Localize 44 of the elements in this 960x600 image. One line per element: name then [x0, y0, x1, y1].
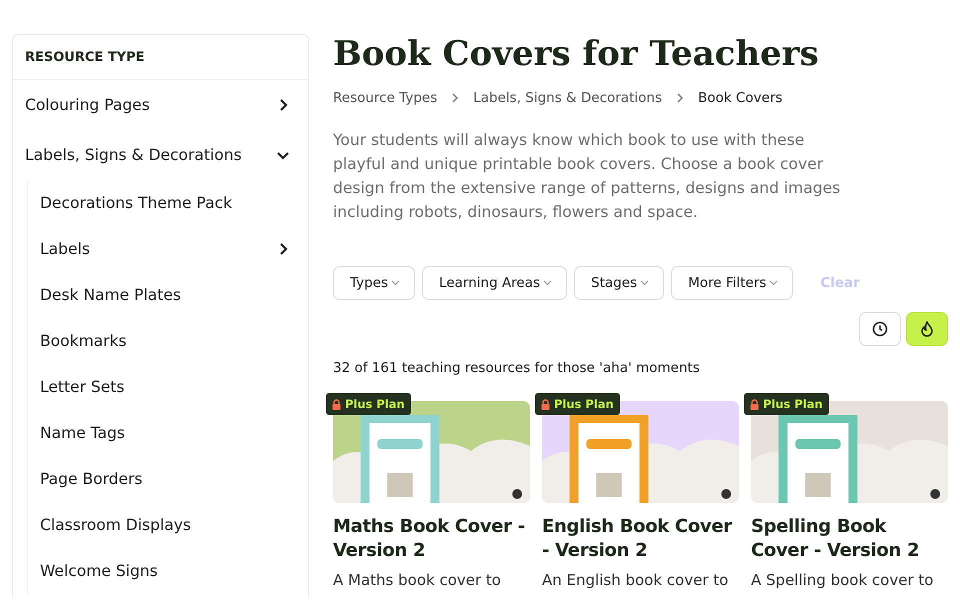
sort-button[interactable]	[859, 312, 901, 346]
filter-dropdown[interactable]: More Filters	[671, 266, 794, 300]
caret-icon	[391, 280, 400, 286]
sidebar-item[interactable]: Labels	[28, 226, 308, 272]
breadcrumb-link[interactable]: Resource Types	[333, 90, 438, 106]
chevron-right-icon	[451, 93, 460, 103]
breadcrumb-link[interactable]: Labels, Signs & Decorations	[473, 90, 662, 106]
caret-icon	[640, 280, 650, 286]
clock-icon	[872, 321, 888, 337]
filter-dropdown[interactable]: Stages	[574, 266, 664, 300]
lock-icon	[750, 398, 759, 410]
sidebar-item[interactable]: Bookmarks	[28, 318, 308, 364]
card-description: An English book cover to	[542, 571, 730, 589]
page-description: Your students will always know which book to use with these playful and unique printable book covers. Choose a book cover design from the extensive range of patterns, designs and images including robots, dinosaurs, flowers and space.	[333, 130, 842, 223]
lock-icon	[332, 398, 341, 410]
sidebar-item[interactable]: Name Tags	[28, 410, 308, 456]
card-description: A Maths book cover to	[333, 571, 502, 589]
breadcrumb-link[interactable]: Book Covers	[698, 90, 782, 106]
sidebar-item[interactable]: Classroom Displays	[28, 502, 308, 548]
badge-label: Plus Plan	[345, 397, 405, 411]
caret-icon	[543, 280, 552, 286]
card-title[interactable]: Maths Book Cover - Version 2	[333, 515, 530, 563]
result-count: 32 of 161 teaching resources for those 'aha' moments	[333, 360, 701, 376]
badge-label: Plus Plan	[763, 397, 823, 411]
card-description: A Spelling book cover to	[751, 571, 934, 589]
filter-dropdown[interactable]: Learning Areas	[422, 266, 568, 300]
sidebar-item[interactable]: Colouring Pages	[13, 80, 308, 130]
filter-dropdown[interactable]: Types	[333, 266, 416, 300]
panel-heading: RESOURCE TYPE	[13, 35, 308, 80]
sidebar-item[interactable]: Welcome Signs	[28, 548, 308, 594]
sidebar-item[interactable]: Labels, Signs & Decorations	[13, 130, 308, 180]
sidebar-item[interactable]: Desk Name Plates	[28, 272, 308, 318]
sidebar-item[interactable]: Letter Sets	[28, 364, 308, 410]
sort-button[interactable]	[906, 312, 948, 346]
card-title[interactable]: English Book Cover - Version 2	[542, 515, 739, 563]
card-title[interactable]: Spelling Book Cover - Version 2	[751, 515, 948, 563]
badge-label: Plus Plan	[554, 397, 614, 411]
page-title: Book Covers for Teachers	[333, 34, 820, 74]
lock-icon	[541, 398, 550, 410]
chevron-right-icon	[676, 93, 684, 103]
flame-icon	[920, 321, 934, 337]
sidebar-item[interactable]: Decorations Theme Pack	[28, 180, 308, 226]
caret-icon	[769, 280, 778, 286]
sidebar-item[interactable]: Page Borders	[28, 456, 308, 502]
